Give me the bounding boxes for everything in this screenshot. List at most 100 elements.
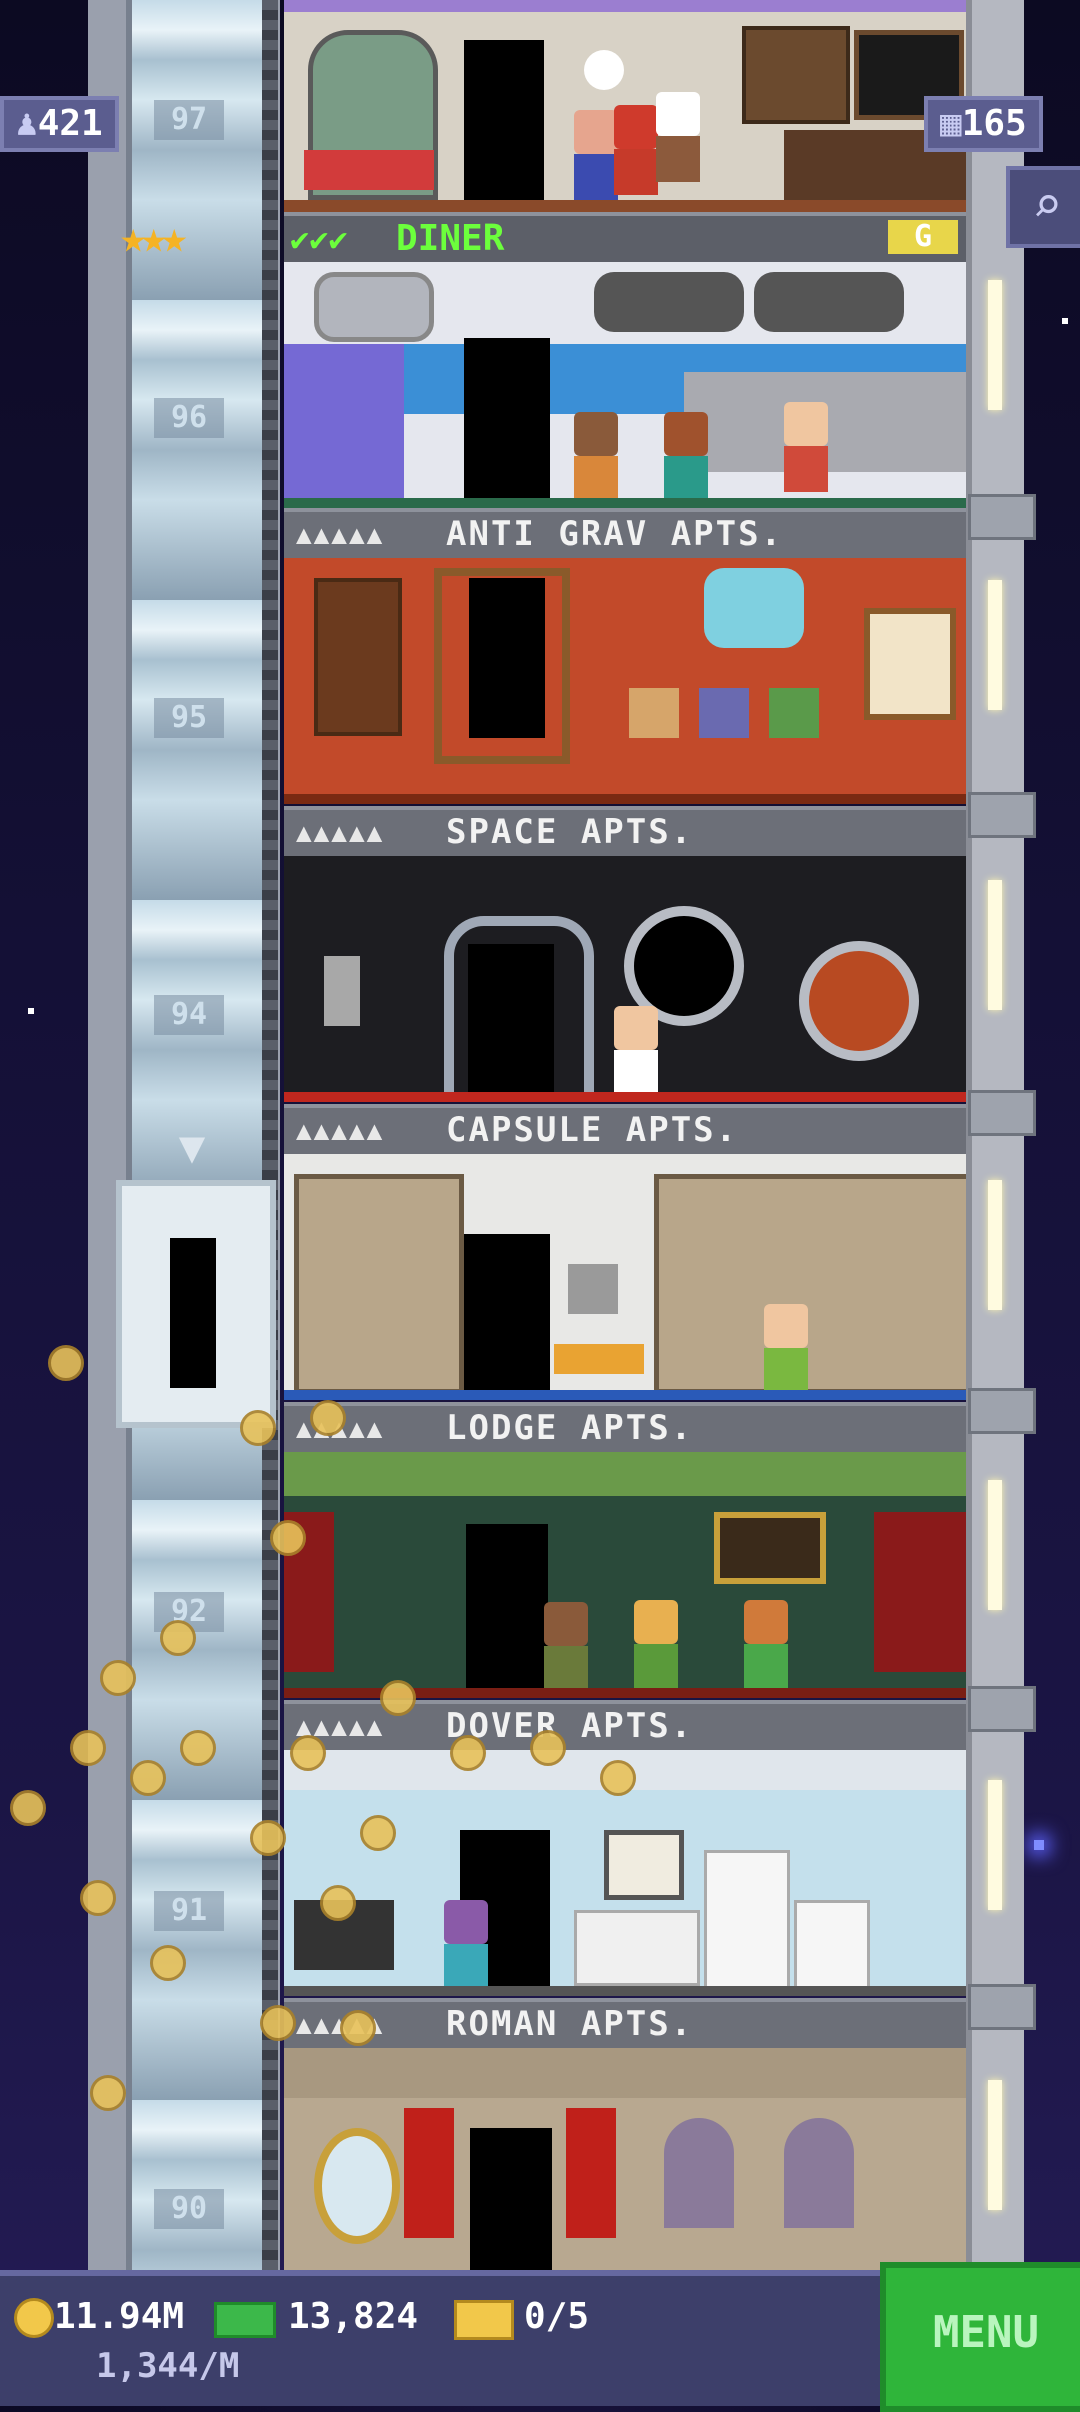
elevator-door bbox=[170, 1238, 216, 1388]
falling-coin bbox=[90, 2075, 126, 2111]
tower-resident[interactable] bbox=[544, 1602, 588, 1692]
tower-resident[interactable] bbox=[574, 110, 618, 200]
roman-room[interactable] bbox=[284, 2048, 966, 2270]
floor-name: ANTI GRAV APTS. bbox=[446, 514, 784, 554]
magnifier-icon[interactable]: ⌕ bbox=[1006, 166, 1080, 248]
diner-name: DINER bbox=[396, 218, 505, 259]
tower-resident[interactable] bbox=[444, 1900, 488, 1990]
floor-name: CAPSULE APTS. bbox=[446, 1110, 739, 1150]
anti-grav-room[interactable] bbox=[284, 558, 966, 804]
tower-resident[interactable] bbox=[764, 1304, 808, 1394]
coins-value[interactable]: 11.94M bbox=[54, 2296, 184, 2337]
bookshelf bbox=[314, 578, 402, 736]
floor-name: LODGE APTS. bbox=[446, 1408, 694, 1448]
falling-coin bbox=[450, 1735, 486, 1771]
tower-resident[interactable] bbox=[614, 105, 658, 195]
floor-96-room[interactable] bbox=[284, 262, 966, 508]
label-anti-grav[interactable]: ▲▲▲▲▲ ANTI GRAV APTS. bbox=[284, 508, 966, 562]
room-door bbox=[464, 1234, 550, 1394]
bux-value[interactable]: 13,824 bbox=[288, 2296, 418, 2337]
control-panel bbox=[324, 956, 360, 1026]
label-space[interactable]: ▲▲▲▲▲ SPACE APTS. bbox=[284, 806, 966, 860]
tower-resident[interactable] bbox=[784, 402, 828, 492]
floor-stars: ▲▲▲▲▲ bbox=[296, 818, 385, 848]
falling-coin bbox=[100, 1660, 136, 1696]
floor-trim bbox=[284, 498, 966, 508]
star bbox=[1034, 1840, 1044, 1850]
falling-coin bbox=[130, 1760, 166, 1796]
label-roman[interactable]: ▲▲▲▲▲ ROMAN APTS. bbox=[284, 1998, 966, 2052]
falling-coin bbox=[340, 2010, 376, 2046]
falling-coin bbox=[250, 1820, 286, 1856]
lodge-room[interactable] bbox=[284, 1452, 966, 1698]
picture-frame bbox=[629, 688, 679, 738]
person-icon: ♟ bbox=[16, 103, 38, 144]
population-counter[interactable]: ♟421 bbox=[0, 96, 119, 152]
label-lodge[interactable]: ▲▲▲▲▲ LODGE APTS. bbox=[284, 1402, 966, 1456]
window-light bbox=[988, 1480, 1002, 1610]
floor-number-91: 91 bbox=[154, 1891, 224, 1931]
tower-resident[interactable] bbox=[656, 92, 700, 182]
floor-number-97: 97 bbox=[154, 100, 224, 140]
curtain bbox=[874, 1512, 966, 1672]
diner-room[interactable] bbox=[284, 0, 966, 212]
porthole bbox=[594, 272, 744, 332]
porthole-planet bbox=[799, 941, 919, 1061]
vines-decor bbox=[284, 0, 966, 12]
falling-coin bbox=[160, 1620, 196, 1656]
banner bbox=[566, 2108, 616, 2238]
tower-resident[interactable] bbox=[664, 412, 708, 502]
pillar-cap bbox=[968, 1984, 1036, 2030]
picture-frame bbox=[604, 1830, 684, 1900]
falling-coin bbox=[240, 1410, 276, 1446]
coin-icon bbox=[14, 2298, 54, 2338]
tower-resident[interactable] bbox=[744, 1600, 788, 1690]
floor-stars: ▲▲▲▲▲ bbox=[296, 1116, 385, 1146]
diner-checks: ✔✔✔ bbox=[290, 220, 348, 258]
star bbox=[28, 1008, 34, 1014]
falling-coin bbox=[530, 1730, 566, 1766]
floor-counter[interactable]: ▦165 bbox=[924, 96, 1043, 152]
room-door bbox=[468, 944, 554, 1100]
picture-frame bbox=[699, 688, 749, 738]
frieze bbox=[284, 2048, 966, 2098]
falling-coin bbox=[310, 1400, 346, 1436]
tower-resident[interactable] bbox=[574, 412, 618, 502]
floor-name: ROMAN APTS. bbox=[446, 2004, 694, 2044]
menu-button[interactable]: MENU bbox=[880, 2262, 1080, 2412]
capsule-room[interactable] bbox=[284, 1154, 966, 1400]
capsule-pods bbox=[294, 1174, 464, 1394]
tickets-value[interactable]: 0/5 bbox=[524, 2296, 589, 2337]
arched-window bbox=[784, 2118, 854, 2228]
wall-panel bbox=[568, 1264, 618, 1314]
window-light bbox=[988, 580, 1002, 710]
floor-trim bbox=[284, 200, 966, 212]
oval-mirror bbox=[314, 2128, 400, 2244]
label-capsule[interactable]: ▲▲▲▲▲ CAPSULE APTS. bbox=[284, 1104, 966, 1158]
room-door bbox=[466, 1524, 548, 1694]
tower-resident[interactable] bbox=[634, 1600, 678, 1690]
star bbox=[1062, 318, 1068, 324]
floor-stars: ▲▲▲▲▲ bbox=[296, 520, 385, 550]
stove bbox=[794, 1900, 870, 1996]
space-room[interactable] bbox=[284, 856, 966, 1102]
stock-indicator[interactable]: G bbox=[888, 220, 958, 254]
tower-resident[interactable] bbox=[614, 1006, 658, 1096]
arched-window bbox=[664, 2118, 734, 2228]
falling-coin bbox=[270, 1520, 306, 1556]
room-door bbox=[469, 578, 545, 738]
diner-stars: ★★★ bbox=[120, 212, 188, 263]
floor-number-90: 90 bbox=[154, 2189, 224, 2229]
banner bbox=[404, 2108, 454, 2238]
window-light bbox=[988, 280, 1002, 410]
diner-label-bar[interactable]: ✔✔✔ DINER G bbox=[284, 212, 966, 266]
window-light bbox=[988, 1780, 1002, 1910]
purple-wall bbox=[284, 344, 404, 504]
capsule-pods bbox=[654, 1174, 966, 1394]
elevator-rail bbox=[262, 0, 278, 2270]
floor-name: SPACE APTS. bbox=[446, 812, 694, 852]
room-door bbox=[470, 2128, 552, 2270]
pillar-cap bbox=[968, 792, 1036, 838]
elevator-car[interactable] bbox=[116, 1180, 276, 1428]
falling-coin bbox=[600, 1760, 636, 1796]
